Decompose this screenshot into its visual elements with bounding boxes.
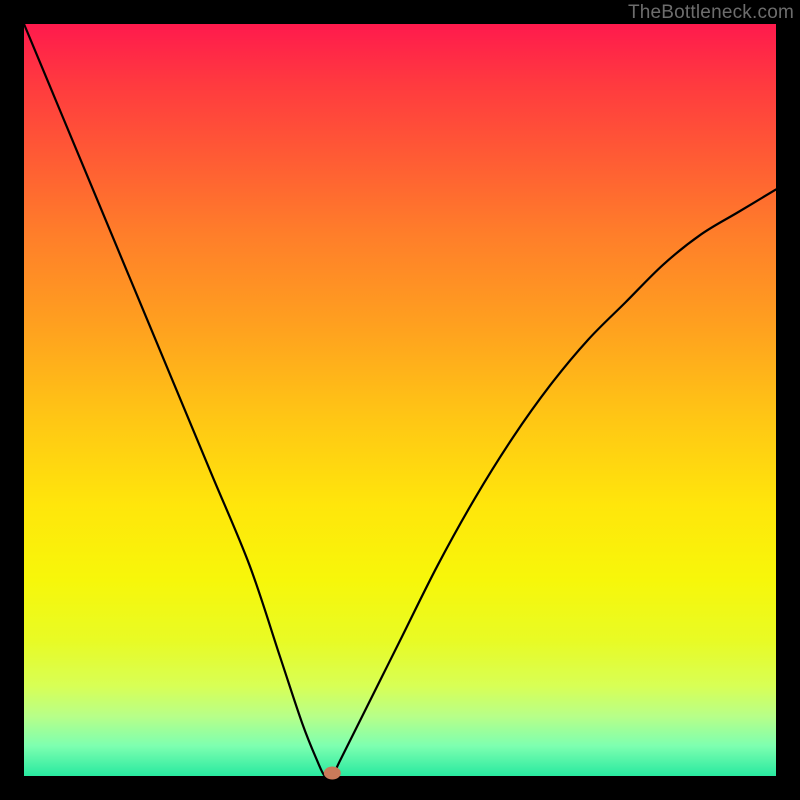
bottleneck-curve: [24, 24, 776, 776]
chart-frame: TheBottleneck.com: [0, 0, 800, 800]
min-marker: [324, 767, 340, 779]
curve-path: [24, 24, 776, 778]
watermark-label: TheBottleneck.com: [628, 2, 794, 24]
plot-area: [24, 24, 776, 776]
